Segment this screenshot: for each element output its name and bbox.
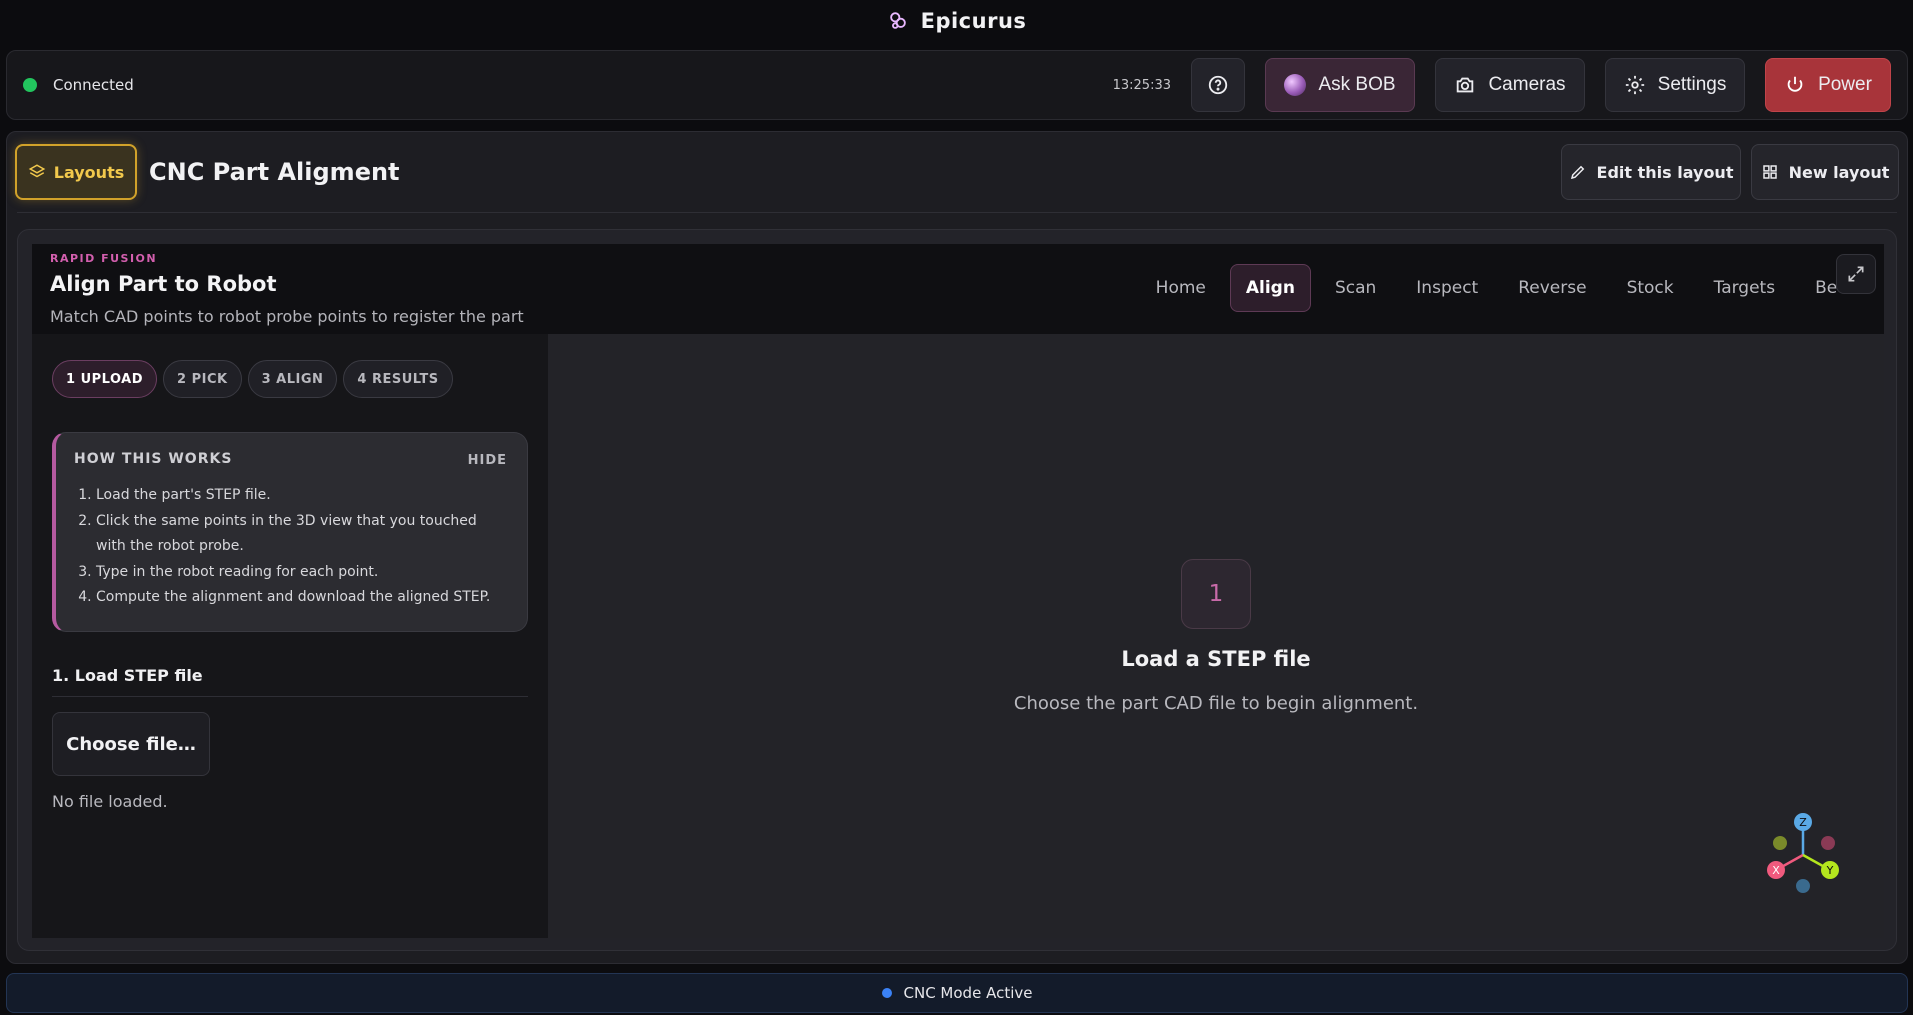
app-title: Epicurus xyxy=(920,9,1027,33)
settings-label: Settings xyxy=(1657,74,1727,95)
mode-status-bar: CNC Mode Active xyxy=(6,973,1908,1013)
divider xyxy=(52,696,528,697)
placeholder-title: Load a STEP file xyxy=(1121,646,1311,671)
module-subtitle: Match CAD points to robot probe points t… xyxy=(50,307,524,326)
cameras-button[interactable]: Cameras xyxy=(1435,58,1585,112)
brand-label: RAPID FUSION xyxy=(50,252,158,265)
tab-home[interactable]: Home xyxy=(1140,264,1222,312)
camera-icon xyxy=(1457,77,1474,93)
pencil-icon xyxy=(1570,165,1584,180)
connection-status-dot xyxy=(23,78,37,92)
step-pill-4[interactable]: 4 RESULTS xyxy=(343,360,453,398)
layout-title: CNC Part Aligment xyxy=(149,158,400,186)
load-step-heading: 1. Load STEP file xyxy=(52,666,203,685)
how-steps-list: Load the part's STEP file.Click the same… xyxy=(74,483,507,611)
left-panel: 1 UPLOAD 2 PICK 3 ALIGN 4 RESULTS HOW THIS … xyxy=(32,334,548,938)
layers-icon xyxy=(28,164,46,178)
tab-align[interactable]: Align xyxy=(1229,264,1311,312)
module-header: RAPID FUSION Align Part to Robot Match C… xyxy=(32,244,1884,334)
step-pill-1[interactable]: 1 UPLOAD xyxy=(52,360,158,398)
mode-dot xyxy=(881,988,892,998)
align-module-card: RAPID FUSION Align Part to Robot Match C… xyxy=(17,229,1897,951)
ask-bob-label: Ask BOB xyxy=(1318,74,1396,95)
viewer-placeholder: 1 Load a STEP file Choose the part CAD f… xyxy=(548,334,1884,938)
module-title: Align Part to Robot xyxy=(50,272,277,296)
edit-layout-button[interactable]: Edit this layout xyxy=(1561,144,1741,200)
neg-x-handle[interactable] xyxy=(1821,836,1835,850)
layouts-label: Layouts xyxy=(53,162,125,182)
step-pills: 1 UPLOAD 2 PICK 3 ALIGN 4 RESULTS xyxy=(52,360,453,398)
tab-inspect[interactable]: Inspect xyxy=(1400,264,1494,312)
y-axis-label: Y xyxy=(1826,864,1834,877)
how-step-item: Type in the robot reading for each point… xyxy=(96,560,507,586)
tab-targets[interactable]: Targets xyxy=(1698,264,1791,312)
cameras-label: Cameras xyxy=(1488,74,1566,95)
power-icon xyxy=(1787,76,1803,92)
ask-bob-button[interactable]: Ask BOB xyxy=(1265,58,1415,112)
step-number-badge: 1 xyxy=(1181,558,1251,629)
gear-icon xyxy=(1625,75,1644,95)
new-layout-button[interactable]: New layout xyxy=(1751,144,1899,200)
connection-status: Connected xyxy=(53,76,134,94)
choose-file-button[interactable]: Choose file… xyxy=(52,712,210,776)
layouts-button[interactable]: Layouts xyxy=(15,144,137,200)
title-bar: Epicurus xyxy=(0,0,1913,42)
new-layout-label: New layout xyxy=(1788,162,1890,182)
tab-scan[interactable]: Scan xyxy=(1319,264,1392,312)
z-axis-label: Z xyxy=(1799,816,1807,829)
tab-stock[interactable]: Stock xyxy=(1611,264,1690,312)
x-axis-label: X xyxy=(1772,864,1780,877)
hide-button[interactable]: HIDE xyxy=(468,453,507,468)
neg-z-handle[interactable] xyxy=(1796,879,1810,893)
divider xyxy=(17,212,1897,213)
mode-label: CNC Mode Active xyxy=(903,984,1033,1002)
settings-button[interactable]: Settings xyxy=(1605,58,1745,112)
top-header: Connected 13:25:33 Ask BOB Cameras Setti… xyxy=(6,50,1908,120)
neg-y-handle[interactable] xyxy=(1773,836,1787,850)
expand-icon xyxy=(1848,266,1864,282)
expand-button[interactable] xyxy=(1836,254,1876,294)
workspace-toolbar: Layouts CNC Part Aligment Edit this layo… xyxy=(7,132,1907,212)
how-title: HOW THIS WORKS xyxy=(74,451,233,467)
step-pill-3[interactable]: 3 ALIGN xyxy=(247,360,338,398)
power-label: Power xyxy=(1818,74,1872,95)
3d-viewer[interactable]: 1 Load a STEP file Choose the part CAD f… xyxy=(548,334,1884,938)
clock: 13:25:33 xyxy=(1112,77,1171,93)
power-button[interactable]: Power xyxy=(1765,58,1891,112)
module-tabs: Home Align Scan Inspect Reverse Stock Targets B… xyxy=(1140,264,1864,312)
grid-icon xyxy=(1762,165,1777,179)
help-icon xyxy=(1208,75,1228,95)
logo-icon xyxy=(889,12,906,29)
how-step-item: Load the part's STEP file. xyxy=(96,483,507,509)
how-this-works-box: HOW THIS WORKS HIDE Load the part's STEP… xyxy=(52,432,528,632)
step-pill-2[interactable]: 2 PICK xyxy=(163,360,242,398)
how-step-item: Click the same points in the 3D view tha… xyxy=(96,509,507,560)
tab-reverse[interactable]: Reverse xyxy=(1502,264,1602,312)
axis-gizmo[interactable]: Z X Y xyxy=(1758,810,1848,900)
placeholder-subtitle: Choose the part CAD file to begin alignm… xyxy=(1013,692,1419,714)
bob-orb-icon xyxy=(1284,74,1307,96)
help-button[interactable] xyxy=(1191,58,1245,112)
workspace-panel: Layouts CNC Part Aligment Edit this layo… xyxy=(6,131,1908,964)
edit-layout-label: Edit this layout xyxy=(1596,162,1734,182)
how-step-item: Compute the alignment and download the a… xyxy=(96,585,507,611)
file-status: No file loaded. xyxy=(52,792,168,811)
